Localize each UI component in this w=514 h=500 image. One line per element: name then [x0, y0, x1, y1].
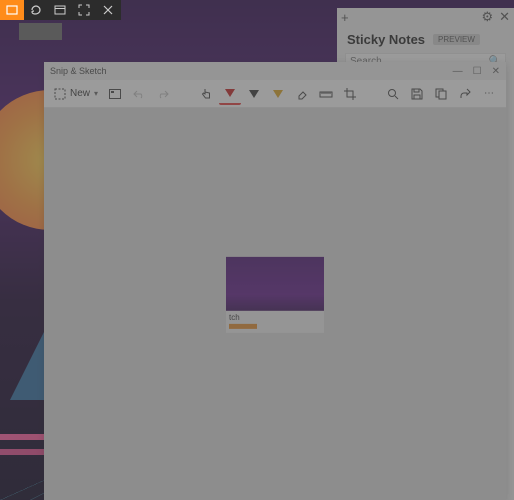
rectangle-icon	[6, 4, 18, 16]
close-icon	[102, 4, 114, 16]
rectangular-snip-button[interactable]	[0, 0, 24, 20]
taskbar-preview[interactable]	[19, 23, 62, 40]
freeform-icon	[30, 4, 42, 16]
fullscreen-icon	[78, 4, 90, 16]
window-icon	[54, 4, 66, 16]
freeform-snip-button[interactable]	[24, 0, 48, 20]
screen-dim-overlay	[0, 0, 514, 500]
snip-mode-toolbar	[0, 0, 121, 20]
fullscreen-snip-button[interactable]	[72, 0, 96, 20]
close-snip-button[interactable]	[96, 0, 120, 20]
window-snip-button[interactable]	[48, 0, 72, 20]
